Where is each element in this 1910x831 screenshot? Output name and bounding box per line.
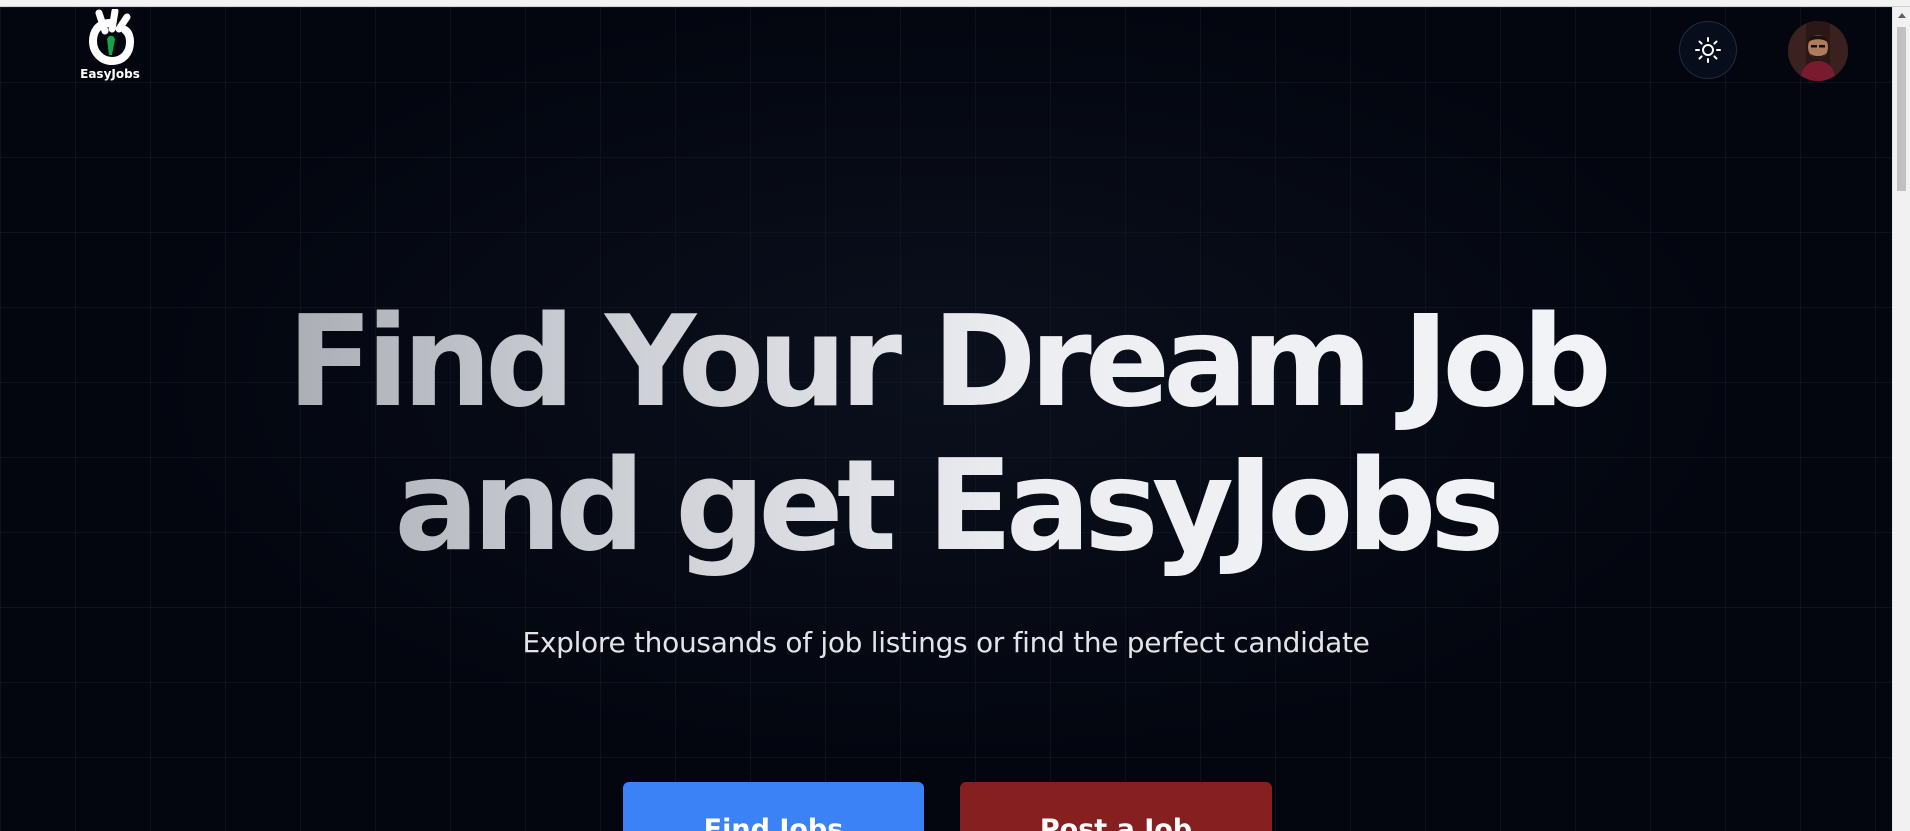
- logo[interactable]: EasyJobs: [76, 9, 144, 89]
- window-top-edge: [0, 0, 1910, 7]
- scrollbar-thumb[interactable]: [1897, 27, 1906, 191]
- sun-icon: [1695, 37, 1721, 63]
- page-viewport: EasyJobs Find Your Dream Job and get Eas…: [0, 7, 1892, 831]
- theme-toggle-button[interactable]: [1679, 21, 1737, 79]
- user-avatar[interactable]: [1788, 21, 1848, 81]
- post-job-button[interactable]: Post a Job: [960, 782, 1272, 831]
- hero-title-line-2: and get EasyJobs: [394, 432, 1498, 579]
- vertical-scrollbar[interactable]: [1892, 7, 1910, 831]
- hero-subtitle: Explore thousands of job listings or fin…: [522, 626, 1370, 659]
- scroll-up-arrow-icon[interactable]: [1893, 7, 1910, 24]
- hero-title: Find Your Dream Job and get EasyJobs: [0, 290, 1892, 578]
- hero-title-line-1: Find Your Dream Job: [287, 288, 1605, 435]
- ok-hand-icon: [88, 9, 135, 65]
- avatar-photo: [1788, 21, 1848, 81]
- find-jobs-button[interactable]: Find Jobs: [623, 782, 924, 831]
- logo-text: EasyJobs: [80, 67, 140, 81]
